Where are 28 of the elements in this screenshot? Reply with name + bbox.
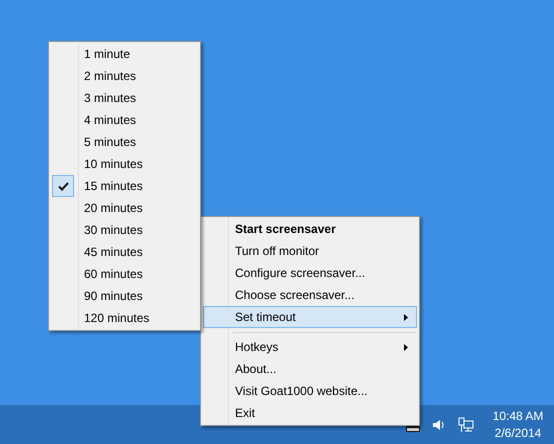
menu-item[interactable]: Configure screensaver... (203, 262, 417, 284)
menu-item[interactable]: 10 minutes (51, 153, 198, 175)
menu-item[interactable]: 5 minutes (51, 131, 198, 153)
menu-item[interactable]: 90 minutes (51, 285, 198, 307)
menu-item[interactable]: About... (203, 358, 417, 380)
menu-item[interactable]: Choose screensaver... (203, 284, 417, 306)
menu-item[interactable]: 120 minutes (51, 307, 198, 329)
menu-item[interactable]: 20 minutes (51, 197, 198, 219)
clock-date[interactable]: 2/6/2014 (494, 424, 542, 442)
menu-item[interactable]: 30 minutes (51, 219, 198, 241)
submenu-arrow-icon (404, 344, 408, 350)
menu-item[interactable]: 45 minutes (51, 241, 198, 263)
menu-item[interactable]: 4 minutes (51, 109, 198, 131)
menu-item[interactable]: Start screensaver (203, 218, 417, 240)
network-icon (458, 416, 474, 432)
menu-item[interactable]: 1 minute (51, 43, 198, 65)
menu-item[interactable]: 2 minutes (51, 65, 198, 87)
submenu-arrow-icon (404, 314, 408, 320)
clock-time[interactable]: 10:48 AM (492, 408, 544, 424)
menu-item[interactable]: Hotkeys (203, 336, 417, 358)
menu-item[interactable]: Turn off monitor (203, 240, 417, 262)
menu-item[interactable]: 60 minutes (51, 263, 198, 285)
menu-item[interactable]: Set timeout (203, 306, 417, 328)
menu-item[interactable]: Visit Goat1000 website... (203, 380, 417, 402)
menu-item[interactable]: 15 minutes (51, 175, 198, 197)
speaker-icon (432, 418, 446, 432)
menu-item[interactable]: 3 minutes (51, 87, 198, 109)
menu-item[interactable]: Exit (203, 402, 417, 424)
